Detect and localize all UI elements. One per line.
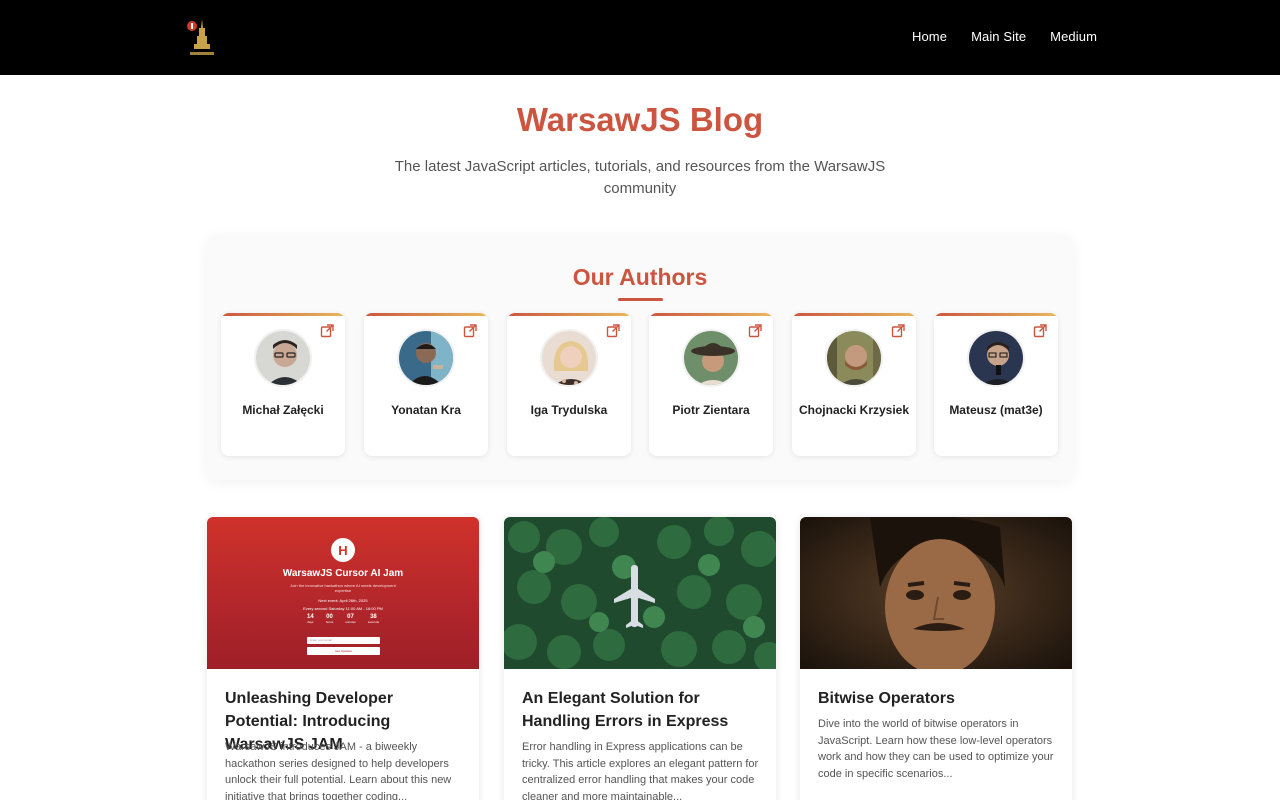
external-link-icon[interactable]: [1032, 323, 1048, 339]
author-name: Iga Trydulska: [530, 403, 608, 417]
author-name: Mateusz (mat3e): [949, 403, 1043, 417]
author-card-accent: [221, 313, 345, 316]
avatar: [825, 329, 883, 387]
author-card[interactable]: Iga Trydulska: [507, 313, 631, 456]
countdown-unit: hours: [325, 620, 334, 624]
post-title[interactable]: Bitwise Operators: [818, 687, 1058, 710]
top-navbar: Home Main Site Medium: [0, 0, 1280, 75]
image-line: Next event: April 26th, 2025: [318, 598, 368, 603]
image-button: Get Updates: [307, 647, 380, 655]
page-title: WarsawJS Blog: [516, 101, 764, 138]
nav-home-link[interactable]: Home: [912, 29, 947, 44]
author-card[interactable]: Michał Załęcki: [221, 313, 345, 456]
author-card-accent: [792, 313, 916, 316]
author-card-accent: [507, 313, 631, 316]
countdown: 14 days 00 hours 07 minutes 38 seconds: [307, 614, 379, 624]
warsawjs-logo-icon[interactable]: [186, 16, 218, 58]
post-title[interactable]: An Elegant Solution for Handling Errors …: [522, 687, 762, 733]
post-image: H WarsawJS Cursor AI Jam Join the innova…: [207, 517, 479, 669]
author-card-accent: [364, 313, 488, 316]
author-name: Chojnacki Krzysiek: [798, 403, 910, 417]
author-card[interactable]: Mateusz (mat3e): [934, 313, 1058, 456]
post-card[interactable]: H WarsawJS Cursor AI Jam Join the innova…: [207, 517, 479, 800]
external-link-icon[interactable]: [747, 323, 763, 339]
author-card[interactable]: Piotr Zientara: [649, 313, 773, 456]
post-excerpt: Dive into the world of bitwise operators…: [818, 718, 1054, 780]
post-card[interactable]: Bitwise Operators Dive into the world of…: [800, 517, 1072, 800]
author-card[interactable]: Chojnacki Krzysiek: [792, 313, 916, 456]
author-card[interactable]: Yonatan Kra: [364, 313, 488, 456]
author-card-accent: [934, 313, 1058, 316]
avatar: [682, 329, 740, 387]
external-link-icon[interactable]: [319, 323, 335, 339]
post-excerpt: WarsawJS introduces JAM - a biweekly hac…: [225, 741, 452, 800]
author-name: Yonatan Kra: [391, 403, 461, 417]
image-line: Join the innovative hackathon where AI m…: [290, 583, 396, 593]
countdown-unit: minutes: [345, 620, 356, 624]
jam-logo-icon: H: [331, 538, 355, 562]
countdown-unit: seconds: [367, 620, 379, 624]
post-excerpt: Error handling in Express applications c…: [522, 741, 759, 800]
post-image: [800, 517, 1072, 669]
post-image: [504, 517, 776, 669]
avatar: [540, 329, 598, 387]
authors-section: Our Authors Michał Załęcki Yonatan Kra I…: [207, 236, 1073, 480]
external-link-icon[interactable]: [462, 323, 478, 339]
external-link-icon[interactable]: [605, 323, 621, 339]
countdown-unit: days: [307, 620, 314, 624]
nav-medium-link[interactable]: Medium: [1050, 29, 1097, 44]
page-subtitle: The latest JavaScript articles, tutorial…: [394, 158, 886, 197]
nav-main-site-link[interactable]: Main Site: [971, 29, 1026, 44]
image-email-field: Enter your email: [307, 637, 380, 644]
image-line: Every second Saturday 11:00 AM - 16:00 P…: [303, 606, 383, 611]
main-nav: Home Main Site Medium: [912, 29, 1097, 44]
avatar: [254, 329, 312, 387]
post-card[interactable]: An Elegant Solution for Handling Errors …: [504, 517, 776, 800]
author-name: Michał Załęcki: [242, 403, 324, 417]
authors-title-underline: [618, 298, 663, 301]
author-card-accent: [649, 313, 773, 316]
avatar: [967, 329, 1025, 387]
authors-title: Our Authors: [572, 264, 708, 290]
author-name: Piotr Zientara: [672, 403, 750, 417]
avatar: [397, 329, 455, 387]
external-link-icon[interactable]: [890, 323, 906, 339]
image-heading: WarsawJS Cursor AI Jam: [282, 568, 404, 579]
